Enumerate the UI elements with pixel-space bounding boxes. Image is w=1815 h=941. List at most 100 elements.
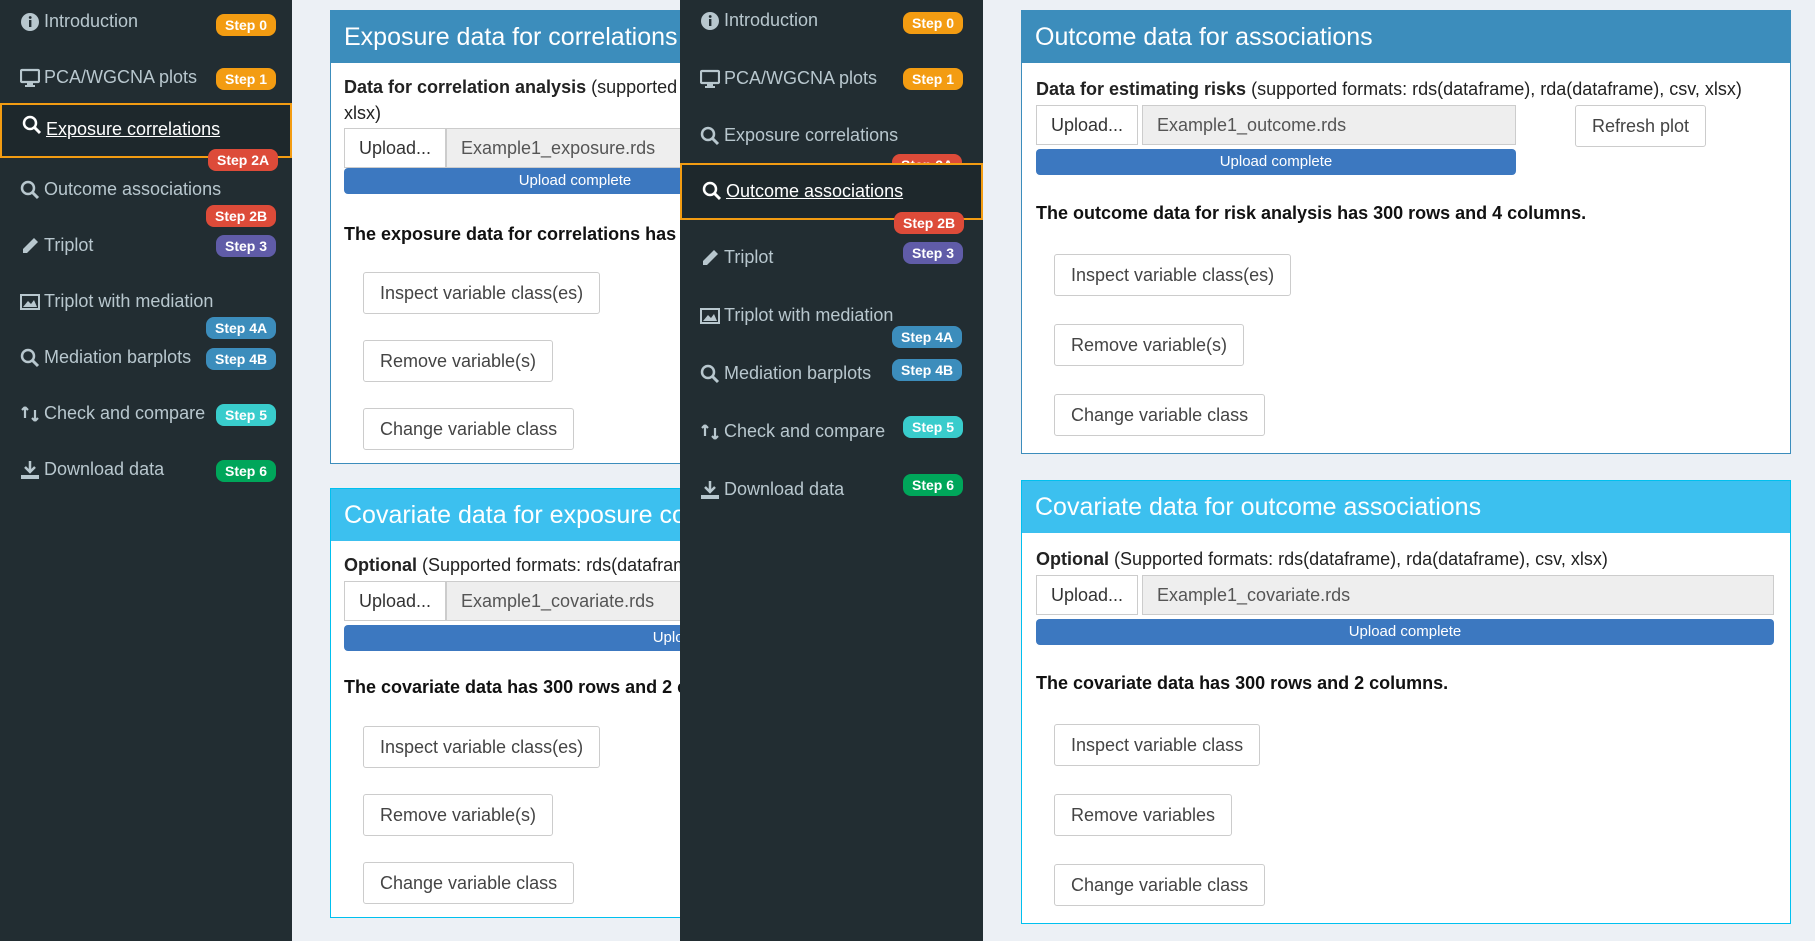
- step-badge: Step 4A: [892, 326, 963, 348]
- step-badge: Step 2A: [208, 149, 279, 171]
- step-badge: Step 5: [903, 416, 964, 438]
- sidebar-item-outcome-associations[interactable]: Outcome associations Step 2B: [0, 172, 292, 228]
- sidebar-item-label: Triplot with mediation: [44, 291, 214, 311]
- file-input-label: Optional (Supported formats: rds(datafra…: [1036, 549, 1608, 569]
- info-circle-icon: [21, 13, 39, 31]
- step-badge: Step 4B: [206, 348, 277, 370]
- search-icon: [22, 115, 42, 135]
- sidebar-item-label: Introduction: [724, 10, 819, 30]
- step-badge: Step 0: [216, 14, 277, 36]
- sidebar-item-label: Download data: [44, 459, 165, 479]
- sidebar-item-label: Outcome associations: [44, 179, 222, 199]
- step-badge: Step 1: [216, 68, 277, 90]
- sidebar-item-label: Exposure correlations: [724, 125, 899, 145]
- upload-button[interactable]: Upload...: [1036, 575, 1139, 615]
- sidebar-item-label: Mediation barplots: [724, 363, 872, 383]
- step-badge: Step 3: [903, 242, 964, 264]
- sidebar-item-check-compare[interactable]: Check and compare Step 5: [680, 414, 983, 470]
- sidebar-item-download-data[interactable]: Download data Step 6: [0, 452, 292, 508]
- sidebar-menu-overlay: Introduction Step 0 PCA/WGCNA plots Step…: [680, 0, 983, 941]
- file-name-field: Example1_outcome.rds: [1142, 105, 1516, 145]
- upload-progress-bar: Upload complete: [1036, 149, 1516, 175]
- sidebar-item-triplot[interactable]: Triplot Step 3: [0, 228, 292, 284]
- search-icon: [20, 348, 40, 368]
- refresh-plot-button[interactable]: Refresh plot: [1575, 105, 1707, 147]
- change-variable-class-button[interactable]: Change variable class: [363, 408, 575, 450]
- sidebar-item-label: Triplot: [724, 247, 774, 267]
- sidebar-item-check-compare[interactable]: Check and compare Step 5: [0, 396, 292, 452]
- search-icon: [700, 126, 720, 146]
- pencil-icon: [703, 250, 718, 265]
- step-badge: Step 2B: [894, 212, 965, 234]
- sidebar-item-pca-wgcna[interactable]: PCA/WGCNA plots Step 1: [680, 61, 983, 117]
- covariate-outcome-panel: Covariate data for outcome associations …: [1021, 480, 1791, 924]
- step-badge: Step 1: [903, 68, 964, 90]
- sidebar-item-introduction[interactable]: Introduction Step 0: [680, 3, 983, 59]
- sidebar-item-triplot[interactable]: Triplot Step 3: [680, 240, 983, 296]
- upload-progress-bar: Upload complete: [1036, 619, 1774, 645]
- sidebar-item-label: Check and compare: [724, 421, 886, 441]
- sidebar-item-triplot-mediation[interactable]: Triplot with mediation Step 4A: [0, 284, 292, 340]
- sidebar-item-mediation-barplots[interactable]: Mediation barplots Step 4B: [0, 340, 292, 396]
- upload-button[interactable]: Upload...: [344, 581, 447, 621]
- step-badge: Step 3: [216, 235, 277, 257]
- sidebar-item-label: Download data: [724, 479, 845, 499]
- step-badge: Step 2B: [206, 205, 277, 227]
- remove-variables-button[interactable]: Remove variable(s): [363, 340, 554, 382]
- remove-variables-button[interactable]: Remove variable(s): [1054, 324, 1245, 366]
- step-badge: Step 6: [216, 460, 277, 482]
- sidebar-item-label: PCA/WGCNA plots: [44, 67, 198, 87]
- desktop-icon: [700, 69, 720, 88]
- step-badge: Step 0: [903, 12, 964, 34]
- inspect-variable-class-button[interactable]: Inspect variable class(es): [1054, 254, 1292, 296]
- sidebar-item-label: Outcome associations: [726, 181, 904, 201]
- search-icon: [702, 181, 722, 201]
- sidebar-item-label: Triplot with mediation: [724, 305, 894, 325]
- remove-variables-button[interactable]: Remove variable(s): [363, 794, 554, 836]
- sidebar-item-download-data[interactable]: Download data Step 6: [680, 472, 983, 528]
- sidebar-item-outcome-associations[interactable]: Outcome associations Step 2B: [680, 163, 983, 234]
- desktop-icon: [20, 68, 40, 87]
- sidebar-menu: Introduction Step 0 PCA/WGCNA plots Step…: [0, 0, 292, 941]
- upload-button[interactable]: Upload...: [1036, 105, 1139, 145]
- sidebar-item-label: Check and compare: [44, 403, 206, 423]
- change-variable-class-button[interactable]: Change variable class: [363, 862, 575, 904]
- download-icon: [701, 481, 719, 499]
- file-name-field: Example1_covariate.rds: [1142, 575, 1774, 615]
- sidebar-item-label: Exposure correlations: [46, 119, 221, 139]
- inspect-variable-class-button[interactable]: Inspect variable class(es): [363, 272, 601, 314]
- download-icon: [21, 461, 39, 479]
- sidebar-item-label: Introduction: [44, 11, 139, 31]
- change-variable-class-button[interactable]: Change variable class: [1054, 864, 1266, 906]
- file-input-label: Data for estimating risks (supported for…: [1036, 79, 1742, 99]
- step-badge: Step 4A: [206, 317, 277, 339]
- sidebar-item-exposure-correlations[interactable]: Exposure correlations Step 2A: [0, 103, 292, 171]
- panel-title: Covariate data for outcome associations: [1022, 481, 1790, 533]
- data-summary: The outcome data for risk analysis has 3…: [1036, 203, 1587, 223]
- image-icon: [20, 294, 40, 310]
- step-badge: Step 6: [903, 474, 964, 496]
- upload-button[interactable]: Upload...: [344, 128, 447, 168]
- file-input-label-cont: xlsx): [344, 103, 381, 123]
- inspect-variable-class-button[interactable]: Inspect variable class: [1054, 724, 1261, 766]
- sidebar-item-introduction[interactable]: Introduction Step 0: [0, 4, 292, 60]
- search-icon: [700, 364, 720, 384]
- pencil-icon: [23, 238, 38, 253]
- sidebar-item-label: PCA/WGCNA plots: [724, 68, 878, 88]
- compare-arrows-icon: [21, 406, 39, 422]
- sidebar-item-triplot-mediation[interactable]: Triplot with mediation Step 4A: [680, 298, 983, 354]
- outcome-data-panel: Outcome data for associations Data for e…: [1021, 10, 1791, 454]
- inspect-variable-class-button[interactable]: Inspect variable class(es): [363, 726, 601, 768]
- step-badge: Step 5: [216, 404, 277, 426]
- step-badge: Step 4B: [892, 359, 963, 381]
- compare-arrows-icon: [701, 424, 719, 440]
- remove-variables-button[interactable]: Remove variables: [1054, 794, 1233, 836]
- data-summary: The covariate data has 300 rows and 2 co…: [1036, 673, 1449, 693]
- image-icon: [700, 308, 720, 324]
- change-variable-class-button[interactable]: Change variable class: [1054, 394, 1266, 436]
- info-circle-icon: [701, 12, 719, 30]
- search-icon: [20, 180, 40, 200]
- sidebar-item-mediation-barplots[interactable]: Mediation barplots Step 4B: [680, 356, 983, 412]
- sidebar-item-label: Triplot: [44, 235, 94, 255]
- panel-title: Outcome data for associations: [1022, 11, 1790, 63]
